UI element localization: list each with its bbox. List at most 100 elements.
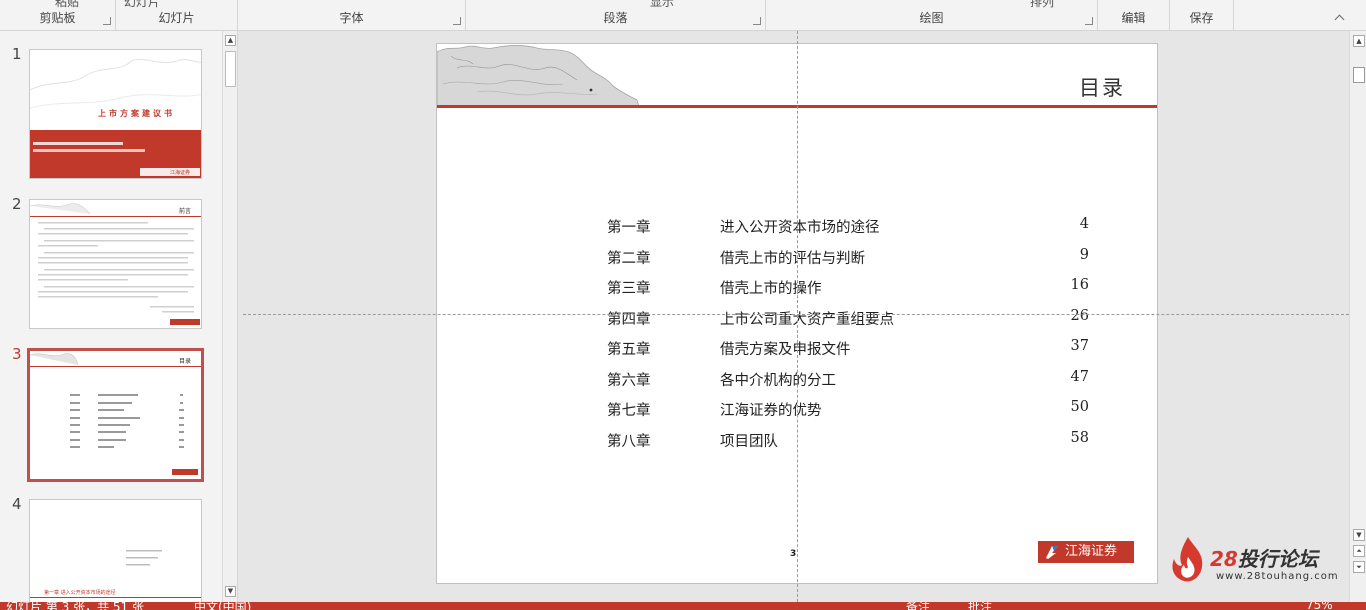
toc-page: 50 (1070, 399, 1089, 415)
group-label-clipboard: 剪贴板 (39, 11, 76, 25)
thumbnail-heading: 目录 (178, 358, 191, 365)
toc-chapter: 第三章 (607, 281, 651, 297)
logo-mark-icon (1046, 546, 1058, 559)
scroll-down-icon[interactable]: ▼ (1353, 529, 1365, 541)
toc-chapter: 第六章 (607, 372, 651, 389)
toc-chapter: 第二章 (607, 250, 651, 267)
toc-row: 第五章 借壳方案及申报文件 37 (607, 338, 1089, 369)
thumbnail-number: 4 (12, 495, 22, 513)
toc-row: 第一章 进入公开资本市场的途径 4 (607, 216, 1089, 247)
map-graphic-icon (437, 44, 639, 106)
editor-scrollbar[interactable]: ▲ ▼ ⏶ ⏷ (1349, 31, 1366, 602)
toc-title: 项目团队 (720, 433, 778, 450)
slide-thumbnail-4[interactable]: 第一章 进入公开资本市场的途径 (29, 499, 202, 602)
toc-title: 进入公开资本市场的途径 (720, 220, 880, 236)
slide-thumbnail-3[interactable]: 目录 (27, 348, 204, 482)
toc-lines-icon (30, 353, 201, 475)
scroll-down-icon[interactable]: ▼ (225, 586, 236, 597)
status-bar: 幻灯片 第 3 张，共 51 张 中文(中国) 备注 批注 75% (0, 602, 1366, 610)
thumbnail-number: 1 (12, 45, 22, 63)
toc-row: 第六章 各中介机构的分工 47 (607, 369, 1089, 400)
logo-text: 江海证券 (1065, 544, 1118, 559)
group-label-drawing: 绘图 (919, 11, 944, 25)
next-slide-icon[interactable]: ⏷ (1353, 561, 1365, 573)
powerpoint-window: 粘贴 幻灯片 显示 排列 剪贴板 幻灯片 字体 段落 绘图 编辑 保存 1 上市… (0, 0, 1366, 610)
ribbon-group-editing: 编辑 (1098, 0, 1170, 30)
toc-page: 47 (1070, 368, 1089, 385)
ribbon-group-font: 字体 (238, 0, 466, 30)
previous-slide-icon[interactable]: ⏶ (1353, 545, 1365, 557)
toc-page: 9 (1079, 246, 1089, 263)
group-label-font: 字体 (339, 11, 364, 25)
toc-chapter: 第七章 (607, 403, 651, 419)
scroll-thumb[interactable] (1353, 67, 1365, 83)
horizontal-guide[interactable] (243, 314, 1349, 315)
group-label-save: 保存 (1189, 11, 1214, 25)
toc-title: 江海证券的优势 (720, 403, 822, 419)
group-label-paragraph: 段落 (603, 11, 628, 25)
watermark-title: 28投行论坛 (1210, 543, 1318, 572)
toc-page: 37 (1070, 338, 1089, 354)
collapse-ribbon-icon[interactable] (1334, 14, 1346, 24)
toc-title: 借壳上市的操作 (720, 281, 822, 297)
table-of-contents[interactable]: 第一章 进入公开资本市场的途径 4 第二章 借壳上市的评估与判断 9 第三章 借… (607, 216, 1089, 460)
chapter-lines-icon (30, 550, 201, 598)
slide-counter[interactable]: 幻灯片 第 3 张，共 51 张 (6, 602, 144, 610)
thumbnail-scrollbar[interactable]: ▲ ▼ (222, 31, 237, 602)
watermark-name: 投行论坛 (1237, 547, 1318, 571)
flame-logo-icon (1172, 537, 1203, 582)
drawing-launcher-icon[interactable] (1085, 17, 1093, 25)
company-logo: 江海证券 (1038, 541, 1134, 563)
toc-title: 借壳上市的评估与判断 (720, 250, 865, 267)
thumbnail-footer: 第一章 进入公开资本市场的途径 (44, 590, 116, 596)
toc-chapter: 第八章 (607, 433, 651, 450)
font-launcher-icon[interactable] (453, 17, 461, 25)
toc-row: 第七章 江海证券的优势 50 (607, 399, 1089, 430)
slide-editor-area: 目录 第一章 进入公开资本市场的途径 4 第二章 借壳上市的评估与判断 9 第三… (239, 31, 1349, 602)
group-label-slides: 幻灯片 (158, 11, 195, 25)
clipboard-launcher-icon[interactable] (103, 17, 111, 25)
paragraph-launcher-icon[interactable] (753, 17, 761, 25)
group-label-editing: 编辑 (1121, 11, 1146, 25)
watermark-url: www.28touhang.com (1216, 571, 1339, 582)
vertical-guide[interactable] (797, 31, 798, 602)
toc-title: 借壳方案及申报文件 (720, 342, 851, 358)
toc-page: 58 (1070, 429, 1089, 446)
thumbnail-number: 2 (12, 195, 22, 213)
toc-title: 各中介机构的分工 (720, 372, 836, 389)
ribbon-group-paragraph: 段落 (466, 0, 766, 30)
slide-thumbnail-2[interactable]: 前言 (29, 199, 202, 329)
toc-row: 第四章 上市公司重大资产重组要点 26 (607, 308, 1089, 339)
toc-title: 上市公司重大资产重组要点 (720, 311, 894, 328)
scroll-up-icon[interactable]: ▲ (225, 35, 236, 46)
language-indicator[interactable]: 中文(中国) (194, 602, 251, 610)
notes-button[interactable]: 备注 (906, 602, 930, 610)
toc-page: 16 (1070, 277, 1089, 293)
toc-page: 4 (1079, 216, 1089, 232)
toc-chapter: 第五章 (607, 342, 651, 358)
toc-chapter: 第一章 (607, 220, 651, 236)
toc-row: 第八章 项目团队 58 (607, 430, 1089, 461)
slide-title[interactable]: 目录 (1079, 72, 1125, 102)
ribbon-group-slides: 幻灯片 (116, 0, 238, 30)
ribbon-group-clipboard: 剪贴板 (0, 0, 116, 30)
scroll-thumb[interactable] (225, 51, 236, 87)
toc-page: 26 (1070, 307, 1089, 324)
comments-button[interactable]: 批注 (968, 602, 992, 610)
scroll-up-icon[interactable]: ▲ (1353, 35, 1365, 47)
thumbnail-logo-text: 江海证券 (170, 170, 191, 176)
thumbnail-heading: 前言 (178, 208, 191, 215)
thumbnail-number-active: 3 (12, 345, 22, 363)
preface-lines-icon (30, 203, 201, 325)
thumbnail-title: 上市方案建议书 (98, 109, 175, 118)
zoom-level[interactable]: 75% (1306, 602, 1333, 610)
slide-thumbnail-pane: 1 上市方案建议书 江海证券 2 前言 3 目录 4 第一章 进入公开资本市场的… (0, 31, 238, 602)
toc-chapter: 第四章 (607, 311, 651, 328)
slide-page-number: 3 (790, 549, 797, 559)
slide-thumbnail-1[interactable]: 上市方案建议书 江海证券 (29, 49, 202, 179)
forum-watermark: 28投行论坛 www.28touhang.com (1168, 535, 1348, 585)
watermark-number: 28 (1210, 547, 1238, 571)
ribbon: 粘贴 幻灯片 显示 排列 剪贴板 幻灯片 字体 段落 绘图 编辑 保存 (0, 0, 1366, 31)
toc-row: 第三章 借壳上市的操作 16 (607, 277, 1089, 308)
ribbon-group-save: 保存 (1170, 0, 1234, 30)
